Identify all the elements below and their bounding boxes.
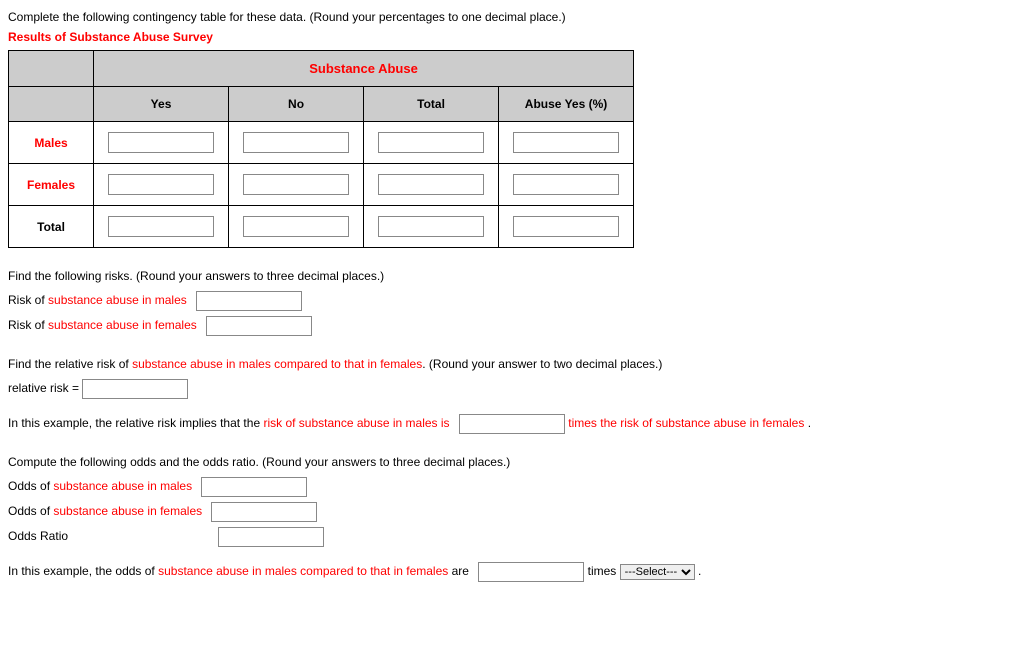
relrisk-implies-a: In this example, the relative risk impli… bbox=[8, 416, 263, 430]
risk-males-input[interactable] bbox=[196, 291, 302, 311]
odds-ratio-input[interactable] bbox=[218, 527, 324, 547]
odds-implies-c: are bbox=[448, 564, 472, 578]
risks-intro: Find the following risks. (Round your an… bbox=[8, 266, 1016, 286]
females-no-input[interactable] bbox=[243, 174, 349, 195]
males-pct-input[interactable] bbox=[513, 132, 619, 153]
risk-males-prefix: Risk of bbox=[8, 293, 48, 307]
odds-intro: Compute the following odds and the odds … bbox=[8, 452, 1016, 472]
odds-males-input[interactable] bbox=[201, 477, 307, 497]
odds-males-prefix: Odds of bbox=[8, 479, 53, 493]
total-no-input[interactable] bbox=[243, 216, 349, 237]
odds-times-label: times bbox=[588, 564, 620, 578]
col-no: No bbox=[229, 87, 364, 122]
corner-blank bbox=[9, 51, 94, 87]
odds-ratio-label: Odds Ratio bbox=[8, 529, 68, 543]
risk-females-input[interactable] bbox=[206, 316, 312, 336]
col-blank bbox=[9, 87, 94, 122]
row-total-label: Total bbox=[9, 206, 94, 248]
males-yes-input[interactable] bbox=[108, 132, 214, 153]
relrisk-intro-c: . (Round your answer to two decimal plac… bbox=[422, 357, 662, 371]
intro-text: Complete the following contingency table… bbox=[8, 10, 1016, 24]
col-pct: Abuse Yes (%) bbox=[499, 87, 634, 122]
table-title: Results of Substance Abuse Survey bbox=[8, 30, 1016, 44]
super-header: Substance Abuse bbox=[94, 51, 634, 87]
relrisk-period: . bbox=[804, 416, 811, 430]
relrisk-label: relative risk = bbox=[8, 381, 82, 395]
total-yes-input[interactable] bbox=[108, 216, 214, 237]
odds-females-prefix: Odds of bbox=[8, 504, 53, 518]
relrisk-times-input[interactable] bbox=[459, 414, 565, 434]
females-pct-input[interactable] bbox=[513, 174, 619, 195]
odds-select[interactable]: ---Select--- bbox=[620, 564, 695, 580]
relrisk-implies-c: times the risk of substance abuse in fem… bbox=[568, 416, 804, 430]
relrisk-intro-a: Find the relative risk of bbox=[8, 357, 132, 371]
odds-implies-a: In this example, the odds of bbox=[8, 564, 158, 578]
risk-males-phrase: substance abuse in males bbox=[48, 293, 187, 307]
odds-males-phrase: substance abuse in males bbox=[53, 479, 192, 493]
relrisk-input[interactable] bbox=[82, 379, 188, 399]
risk-females-prefix: Risk of bbox=[8, 318, 48, 332]
males-total-input[interactable] bbox=[378, 132, 484, 153]
relrisk-implies-b: risk of substance abuse in males is bbox=[263, 416, 449, 430]
total-pct-input[interactable] bbox=[513, 216, 619, 237]
row-males-label: Males bbox=[9, 122, 94, 164]
males-no-input[interactable] bbox=[243, 132, 349, 153]
col-yes: Yes bbox=[94, 87, 229, 122]
total-total-input[interactable] bbox=[378, 216, 484, 237]
contingency-table: Substance Abuse Yes No Total Abuse Yes (… bbox=[8, 50, 634, 248]
odds-females-input[interactable] bbox=[211, 502, 317, 522]
odds-times-input[interactable] bbox=[478, 562, 584, 582]
females-yes-input[interactable] bbox=[108, 174, 214, 195]
risk-females-phrase: substance abuse in females bbox=[48, 318, 197, 332]
col-total: Total bbox=[364, 87, 499, 122]
odds-period: . bbox=[698, 564, 701, 578]
row-females-label: Females bbox=[9, 164, 94, 206]
relrisk-intro-b: substance abuse in males compared to tha… bbox=[132, 357, 422, 371]
females-total-input[interactable] bbox=[378, 174, 484, 195]
odds-implies-b: substance abuse in males compared to tha… bbox=[158, 564, 448, 578]
odds-females-phrase: substance abuse in females bbox=[53, 504, 202, 518]
